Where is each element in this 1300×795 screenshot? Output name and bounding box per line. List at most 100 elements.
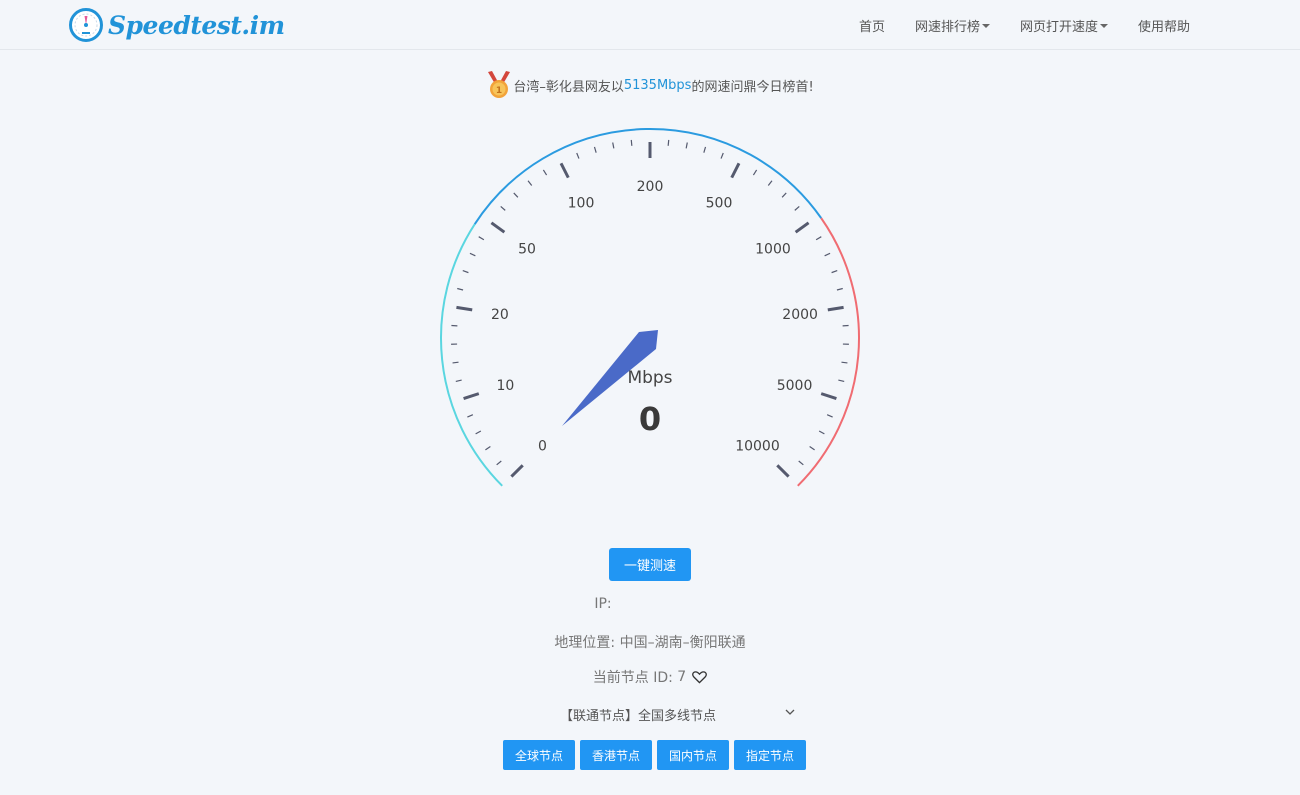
gauge-minor-tick xyxy=(612,142,615,149)
node-label: 当前节点 ID: xyxy=(592,670,673,686)
gauge-minor-tick xyxy=(667,139,670,146)
gauge-minor-tick xyxy=(818,430,825,435)
medal-icon: 1 xyxy=(488,71,511,98)
gauge-major-tick xyxy=(559,162,570,179)
gauge-minor-tick xyxy=(475,430,482,435)
nav-page-load-speed-label: 网页打开速度 xyxy=(1019,19,1098,35)
start-test-button[interactable]: 一键测速 xyxy=(609,548,691,581)
gauge-scale-label: 5000 xyxy=(777,378,813,394)
gauge-minor-tick xyxy=(703,146,707,153)
gauge-minor-tick xyxy=(826,414,833,418)
gauge-minor-tick xyxy=(593,146,597,153)
node-buttons: 全球节点 香港节点 国内节点 指定节点 xyxy=(503,740,811,770)
gauge-minor-tick xyxy=(630,139,633,146)
node-id: 7 xyxy=(677,669,687,685)
gauge-minor-tick xyxy=(469,252,476,257)
gauge-minor-tick xyxy=(462,270,469,274)
gauge-scale-label: 500 xyxy=(706,196,733,212)
ip-label: IP: xyxy=(594,596,612,612)
gauge-minor-tick xyxy=(767,180,773,186)
nav-page-load-speed[interactable]: 网页打开速度 xyxy=(1020,16,1108,35)
gauge-minor-tick xyxy=(576,152,580,159)
gauge-scale-label: 20 xyxy=(491,307,509,323)
geo-value: 中国–湖南–衡阳联通 xyxy=(619,635,746,651)
gauge-minor-tick xyxy=(809,445,815,451)
gauge-scale-label: 50 xyxy=(518,242,536,258)
gauge-minor-tick xyxy=(496,460,502,466)
gauge-minor-tick xyxy=(467,414,474,418)
gauge-minor-tick xyxy=(794,205,800,211)
hongkong-nodes-button[interactable]: 香港节点 xyxy=(580,740,653,770)
gauge-major-tick xyxy=(456,305,473,312)
gauge-minor-tick xyxy=(798,460,804,466)
gauge-minor-tick xyxy=(513,192,519,198)
gauge-minor-tick xyxy=(720,152,724,159)
domestic-nodes-button[interactable]: 国内节点 xyxy=(657,740,730,770)
svg-text:1: 1 xyxy=(496,86,502,96)
gauge-minor-tick xyxy=(500,205,506,211)
gauge-major-tick xyxy=(827,305,844,312)
gauge-minor-tick xyxy=(831,270,838,274)
gauge-minor-tick xyxy=(455,379,462,382)
gauge-minor-tick xyxy=(527,180,533,186)
gauge-arc-high xyxy=(797,217,860,487)
gauge-minor-tick xyxy=(838,379,845,382)
node-select-value: 【联通节点】全国多线节点 xyxy=(560,708,717,724)
speed-value: 0 xyxy=(638,400,662,438)
node-select[interactable]: 【联通节点】全国多线节点 xyxy=(560,703,800,725)
gauge-scale-label: 1000 xyxy=(755,242,791,258)
nav-home-label: 首页 xyxy=(858,19,885,35)
main-nav: 首页 网速排行榜 网页打开速度 使用帮助 xyxy=(829,0,1190,50)
ip-row: IP: xyxy=(0,596,1253,612)
nav-home[interactable]: 首页 xyxy=(859,16,885,35)
gauge-scale-label: 2000 xyxy=(782,307,818,323)
banner-speed: 5135Mbps xyxy=(623,77,692,93)
gauge-minor-tick xyxy=(478,236,485,241)
gauge-arc-mid xyxy=(473,128,823,225)
speedometer-logo-icon xyxy=(69,8,103,42)
gauge-major-tick xyxy=(776,464,790,478)
gauge-minor-tick xyxy=(815,236,822,241)
gauge-major-tick xyxy=(730,162,741,179)
heart-icon[interactable] xyxy=(692,670,708,684)
gauge-minor-tick xyxy=(542,169,548,176)
logo-text: Speedtest.im xyxy=(108,10,285,40)
gauge-minor-tick xyxy=(485,445,491,451)
global-nodes-button[interactable]: 全球节点 xyxy=(503,740,576,770)
banner-prefix: 台湾–彰化县网友以 xyxy=(513,79,624,95)
gauge-minor-tick xyxy=(841,361,848,364)
gauge-minor-tick xyxy=(752,169,758,176)
gauge-svg: 0 10 20 50 100 200 500 1000 2000 5000 10000 xyxy=(440,128,860,487)
geo-label: 地理位置: xyxy=(554,635,616,651)
speed-unit: Mbps xyxy=(627,368,673,388)
node-row: 当前节点 ID: 7 xyxy=(0,667,1300,687)
banner-suffix: 的网速问鼎今日榜首! xyxy=(691,79,814,95)
top-speed-banner: 1 台湾–彰化县网友以 5135Mbps 的网速问鼎今日榜首! xyxy=(0,70,1300,100)
speed-gauge: 0 10 20 50 100 200 500 1000 2000 5000 10000 xyxy=(430,118,870,498)
gauge-scale-label: 10000 xyxy=(735,438,780,454)
gauge-minor-tick xyxy=(457,287,464,291)
gauge-scale-label: 100 xyxy=(568,196,595,212)
specified-node-button[interactable]: 指定节点 xyxy=(734,740,807,770)
caret-down-icon xyxy=(1099,24,1108,28)
gauge-major-tick xyxy=(490,221,506,234)
gauge-major-tick xyxy=(794,221,810,234)
geo-row: 地理位置: 中国–湖南–衡阳联通 xyxy=(0,632,1300,652)
nav-speed-ranking[interactable]: 网速排行榜 xyxy=(915,16,990,35)
gauge-major-tick xyxy=(510,464,524,478)
gauge-scale-label: 10 xyxy=(497,378,515,394)
nav-speed-ranking-label: 网速排行榜 xyxy=(914,19,980,35)
nav-help[interactable]: 使用帮助 xyxy=(1138,16,1190,35)
gauge-minor-tick xyxy=(685,142,688,149)
chevron-down-icon xyxy=(785,709,795,715)
gauge-major-tick xyxy=(820,392,837,400)
gauge-minor-tick xyxy=(836,287,843,291)
gauge-minor-tick xyxy=(452,361,459,364)
site-logo[interactable]: Speedtest.im xyxy=(68,6,285,44)
gauge-minor-tick xyxy=(824,252,831,257)
gauge-major-tick xyxy=(463,392,480,400)
gauge-arc-low xyxy=(440,223,503,487)
caret-down-icon xyxy=(981,24,990,28)
gauge-scale-label: 200 xyxy=(637,179,664,195)
gauge-minor-tick xyxy=(781,192,787,198)
